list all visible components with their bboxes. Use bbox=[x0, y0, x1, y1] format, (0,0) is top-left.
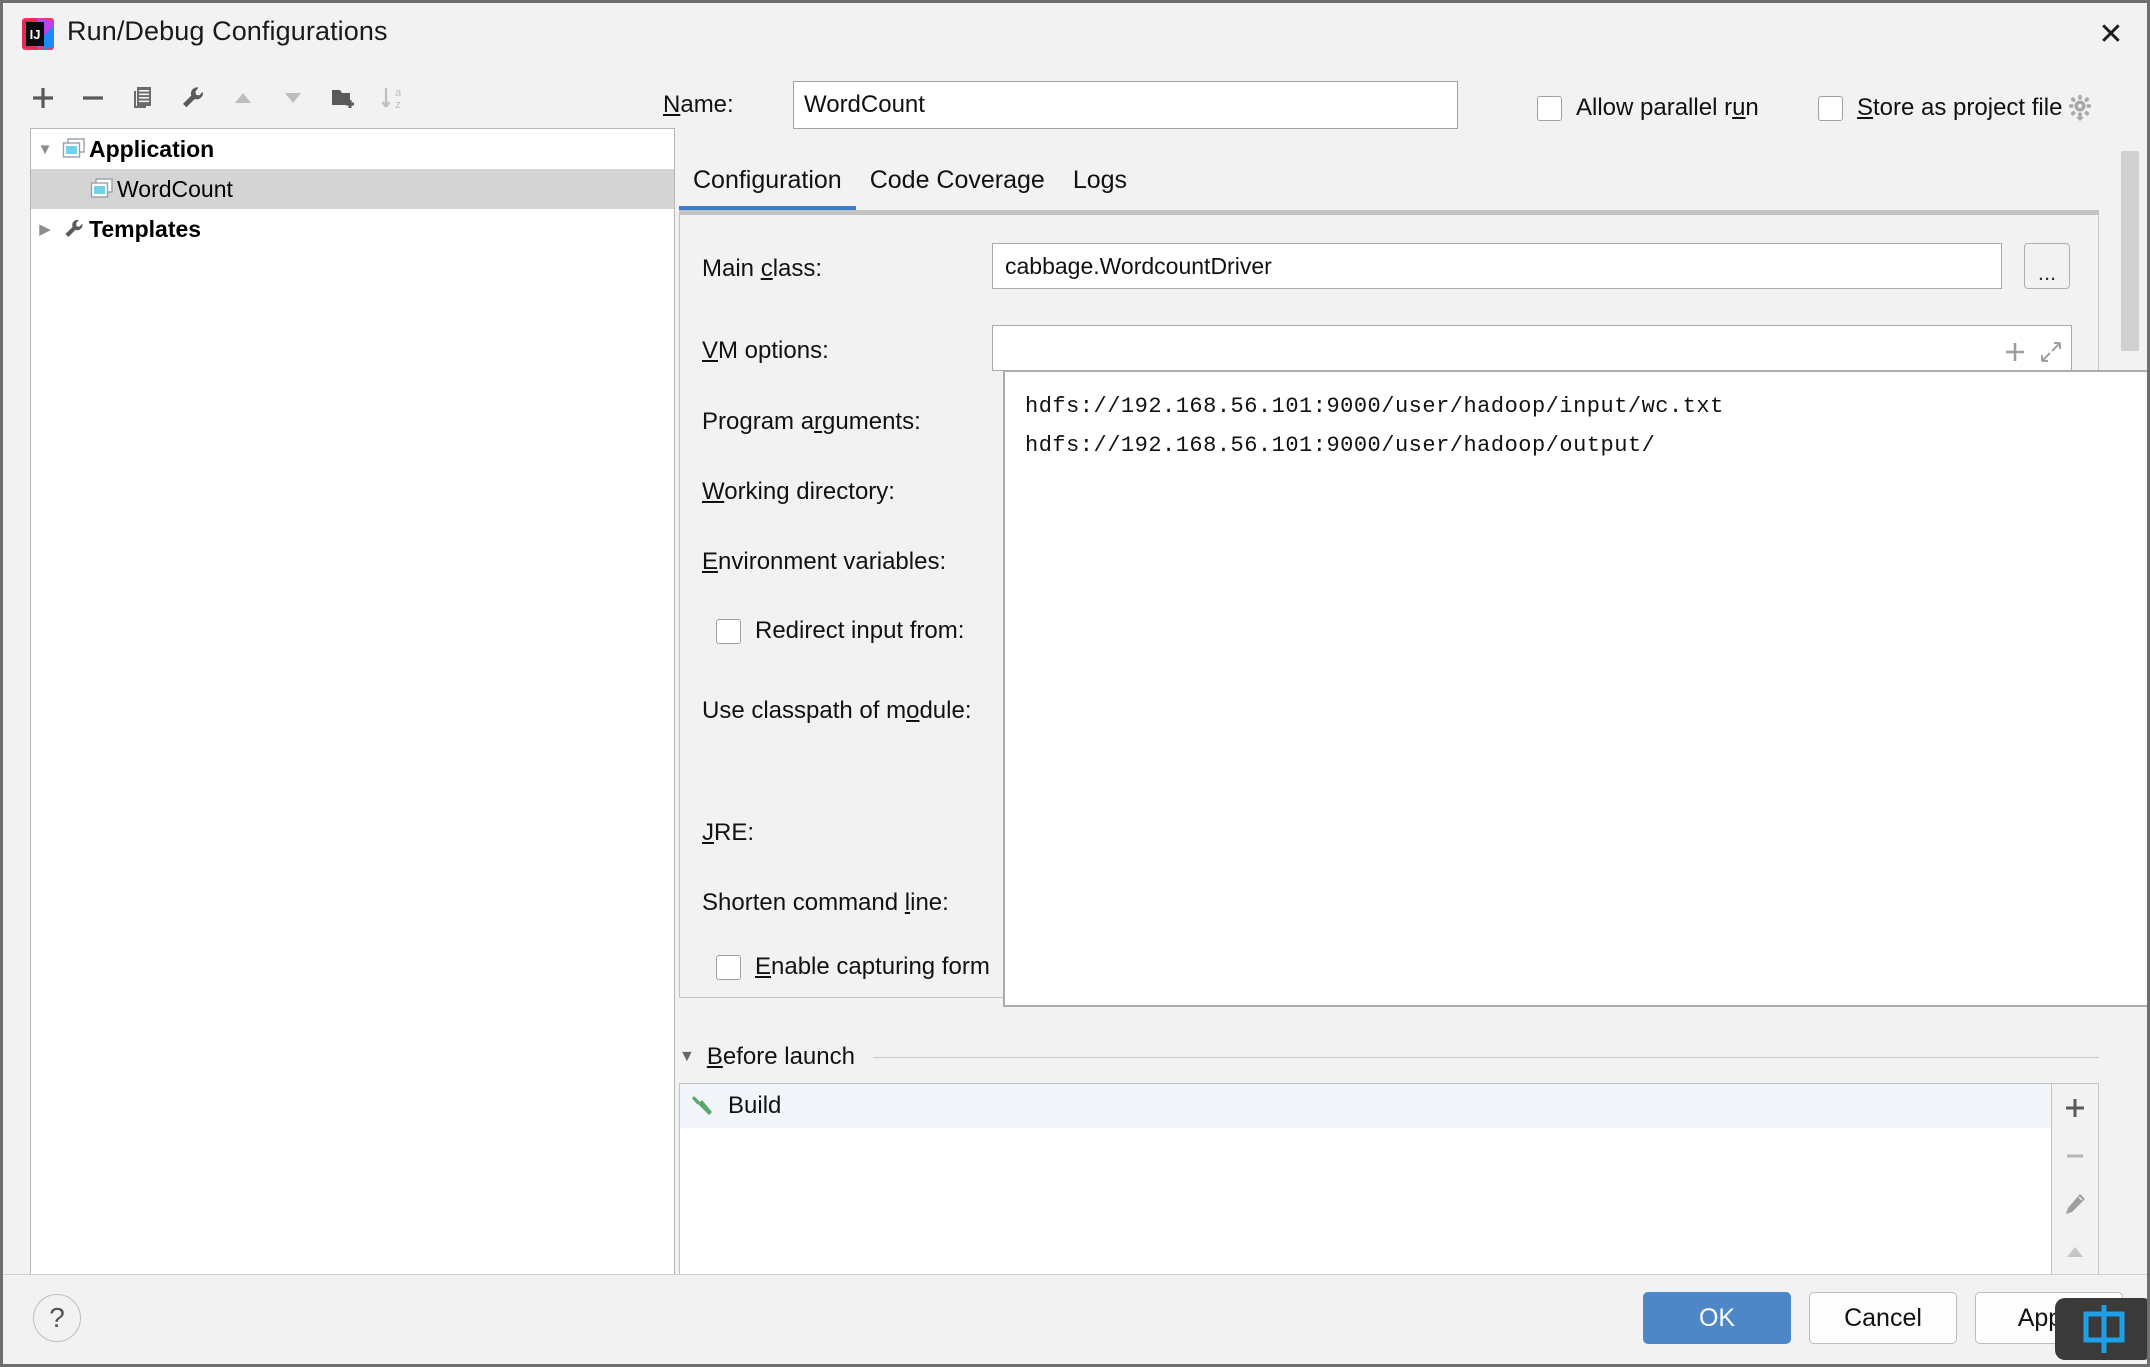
move-down-button[interactable] bbox=[273, 75, 313, 121]
svg-text:a: a bbox=[395, 87, 402, 99]
application-icon bbox=[87, 178, 117, 200]
edit-templates-wrench-button[interactable] bbox=[173, 75, 213, 121]
gear-icon[interactable] bbox=[2065, 91, 2095, 126]
edit-task-pencil-button[interactable] bbox=[2052, 1180, 2098, 1228]
close-icon[interactable]: ✕ bbox=[2089, 13, 2133, 57]
environment-variables-label: Environment variables: bbox=[702, 548, 947, 575]
configurations-tree[interactable]: ▼ Application WordCount ▶ Templates bbox=[30, 128, 675, 1275]
vm-options-input[interactable] bbox=[992, 325, 2072, 371]
store-as-project-file-label: Store as project file bbox=[1857, 94, 2063, 121]
tab-configuration[interactable]: Configuration bbox=[679, 160, 856, 211]
name-label: Name: bbox=[663, 91, 734, 118]
vm-options-label: VM options: bbox=[702, 337, 829, 364]
dialog-title: Run/Debug Configurations bbox=[67, 16, 388, 46]
before-launch-side-toolbar bbox=[2052, 1083, 2099, 1275]
vm-options-expand-icon[interactable] bbox=[2038, 339, 2064, 370]
name-input[interactable] bbox=[793, 81, 1458, 129]
intellij-idea-logo-icon: IJ bbox=[21, 17, 55, 51]
working-directory-label: Working directory: bbox=[702, 478, 895, 505]
collapse-triangle-icon[interactable]: ▶ bbox=[31, 220, 59, 238]
add-task-button[interactable] bbox=[2052, 1084, 2098, 1132]
tree-node-label: Templates bbox=[89, 215, 202, 242]
footer-divider bbox=[3, 1274, 2147, 1275]
dialog-titlebar: IJ Run/Debug Configurations ✕ bbox=[3, 3, 2147, 65]
wrench-icon bbox=[59, 217, 89, 241]
svg-text:z: z bbox=[395, 99, 401, 111]
help-button[interactable]: ? bbox=[33, 1294, 81, 1342]
remove-task-button[interactable] bbox=[2052, 1132, 2098, 1180]
tree-node-wordcount[interactable]: WordCount bbox=[31, 169, 674, 209]
main-class-label: Main class: bbox=[702, 255, 823, 282]
before-launch-title: Before launch bbox=[706, 1043, 855, 1070]
before-launch-task-label: Build bbox=[728, 1092, 782, 1119]
sort-alpha-button[interactable]: a z bbox=[373, 75, 413, 121]
create-folder-add-button[interactable] bbox=[323, 75, 363, 121]
configuration-tabs: Configuration Code Coverage Logs bbox=[679, 160, 1141, 211]
ok-button[interactable]: OK bbox=[1643, 1292, 1791, 1344]
jre-label: JRE: bbox=[702, 819, 755, 846]
move-up-button[interactable] bbox=[223, 75, 263, 121]
enable-capturing-form-label: Enable capturing form bbox=[755, 953, 990, 980]
before-launch-collapse-triangle-icon[interactable]: ▼ bbox=[679, 1048, 695, 1066]
configurations-toolbar: a z bbox=[23, 75, 483, 125]
move-task-up-button[interactable] bbox=[2052, 1228, 2098, 1276]
checkbox-box[interactable] bbox=[716, 618, 741, 644]
main-class-input[interactable] bbox=[992, 243, 2002, 289]
application-icon bbox=[59, 138, 89, 160]
allow-parallel-run-label: Allow parallel run bbox=[1576, 94, 1759, 121]
redirect-input-from-checkbox[interactable]: Redirect input from: bbox=[716, 617, 964, 645]
checkbox-box[interactable] bbox=[1818, 95, 1843, 121]
program-arguments-expanded-popup[interactable]: hdfs://192.168.56.101:9000/user/hadoop/i… bbox=[1003, 370, 2147, 1007]
chinese-ime-glyph-icon bbox=[2083, 1305, 2125, 1353]
tree-node-application[interactable]: ▼ Application bbox=[31, 129, 674, 169]
before-launch-header[interactable]: ▼ Before launch bbox=[679, 1043, 2099, 1071]
use-classpath-of-module-label: Use classpath of module: bbox=[702, 697, 972, 724]
store-as-project-file-checkbox[interactable]: Store as project file bbox=[1818, 94, 2062, 122]
hammer-icon bbox=[690, 1093, 716, 1119]
dialog-scroll-thumb[interactable] bbox=[2121, 151, 2139, 351]
tree-node-templates[interactable]: ▶ Templates bbox=[31, 209, 674, 249]
run-debug-configurations-dialog: IJ Run/Debug Configurations ✕ a z ▼ Appl… bbox=[0, 0, 2150, 1367]
tree-node-label: WordCount bbox=[117, 175, 233, 202]
ime-language-indicator-overlay bbox=[2055, 1298, 2147, 1360]
svg-text:IJ: IJ bbox=[30, 27, 41, 42]
vm-options-add-macro-icon[interactable] bbox=[2002, 339, 2028, 370]
allow-parallel-run-checkbox[interactable]: Allow parallel run bbox=[1537, 94, 1759, 122]
checkbox-box[interactable] bbox=[716, 954, 741, 980]
tab-code-coverage[interactable]: Code Coverage bbox=[856, 160, 1059, 211]
add-configuration-button[interactable] bbox=[23, 75, 63, 121]
remove-configuration-button[interactable] bbox=[73, 75, 113, 121]
before-launch-rule bbox=[872, 1056, 2099, 1058]
program-argument-line: hdfs://192.168.56.101:9000/user/hadoop/i… bbox=[1025, 394, 1724, 419]
program-argument-line: hdfs://192.168.56.101:9000/user/hadoop/o… bbox=[1025, 433, 1656, 458]
before-launch-task-row[interactable]: Build bbox=[680, 1084, 2051, 1128]
tab-logs[interactable]: Logs bbox=[1059, 160, 1141, 211]
redirect-input-from-label: Redirect input from: bbox=[755, 617, 965, 644]
expand-triangle-icon[interactable]: ▼ bbox=[31, 141, 59, 158]
shorten-command-line-label: Shorten command line: bbox=[702, 889, 949, 916]
main-class-browse-button[interactable]: ... bbox=[2024, 243, 2070, 289]
checkbox-box[interactable] bbox=[1537, 95, 1562, 121]
copy-configuration-button[interactable] bbox=[123, 75, 163, 121]
before-launch-task-list[interactable]: Build bbox=[679, 1083, 2052, 1275]
enable-capturing-form-checkbox[interactable]: Enable capturing form bbox=[716, 953, 990, 981]
dialog-footer: ? OK Cancel Apply bbox=[3, 1274, 2147, 1364]
tree-node-label: Application bbox=[89, 135, 215, 162]
cancel-button[interactable]: Cancel bbox=[1809, 1292, 1957, 1344]
program-arguments-label: Program arguments: bbox=[702, 408, 921, 435]
